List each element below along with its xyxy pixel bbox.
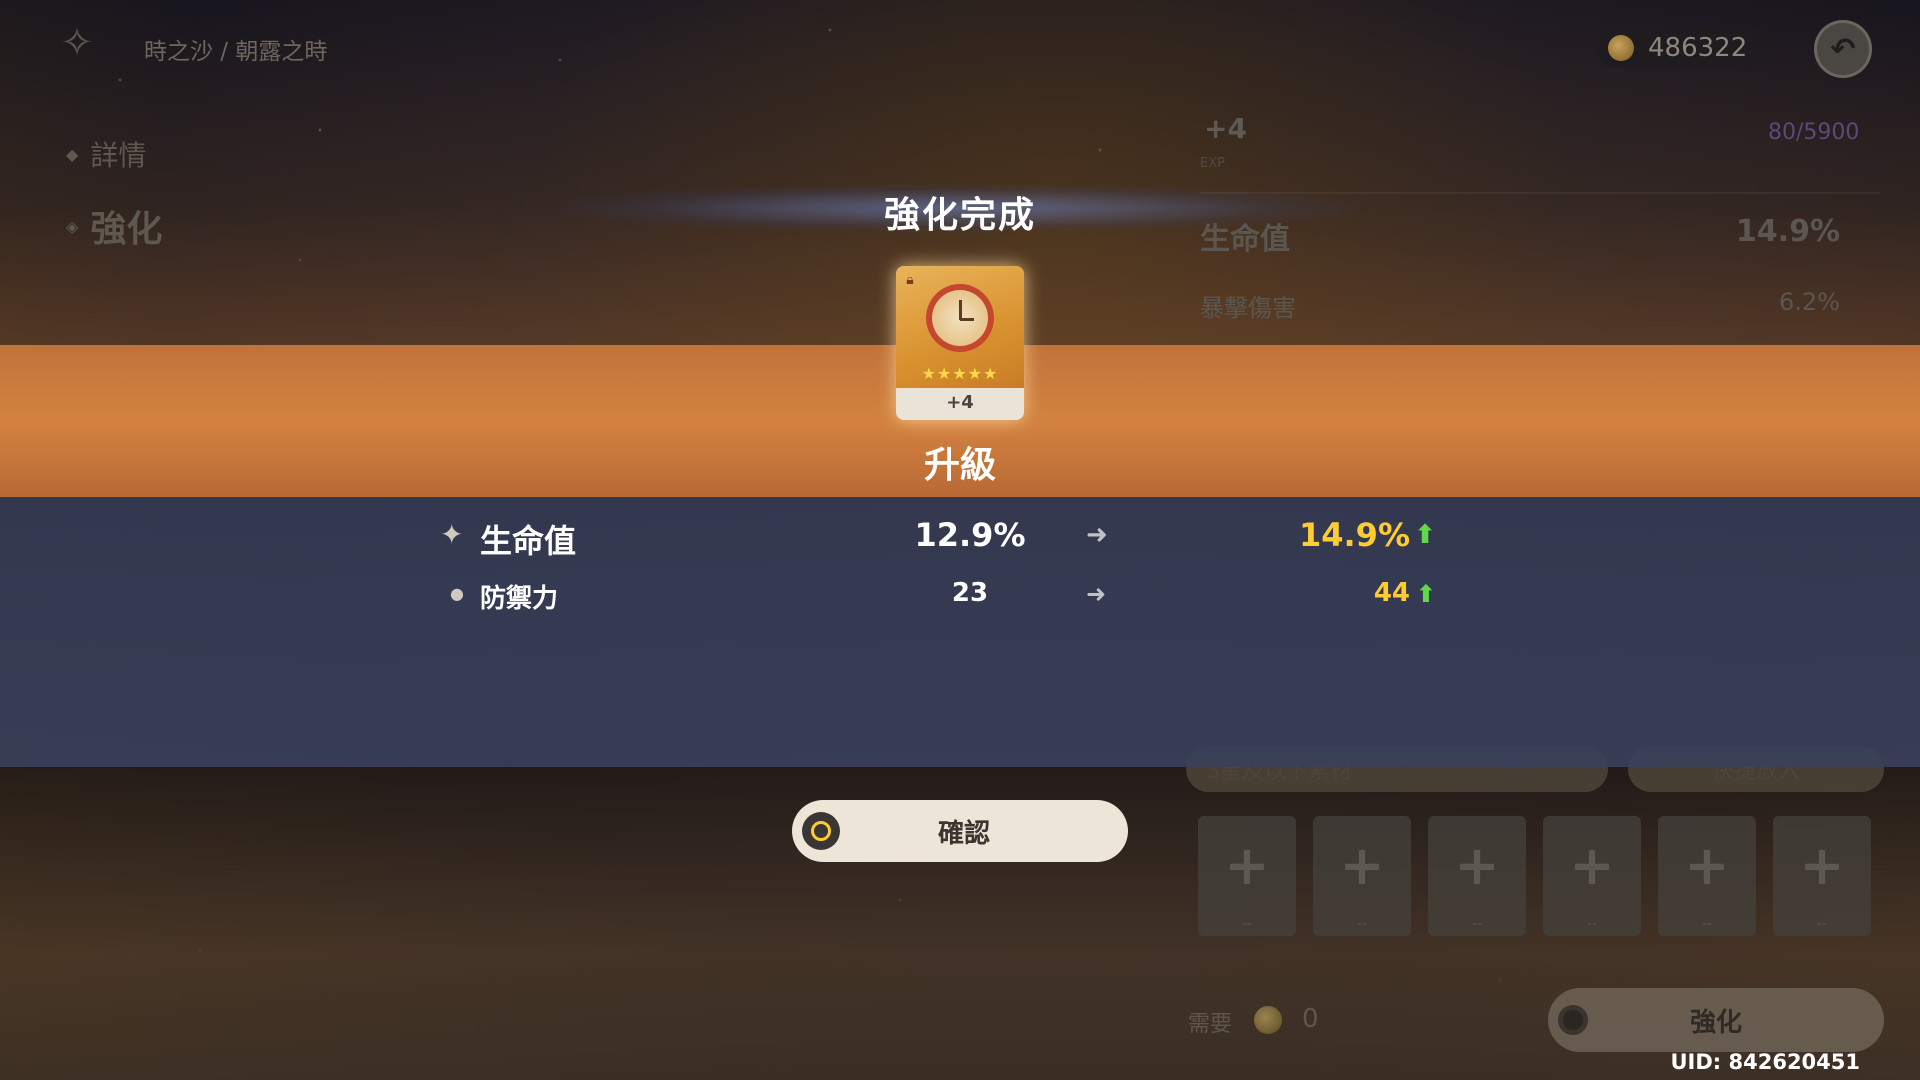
modal-title: 強化完成 <box>883 195 1036 236</box>
plus-icon: + <box>1799 834 1845 897</box>
plus-icon: + <box>1224 834 1270 897</box>
breadcrumb: 時之沙 / 朝露之時 <box>144 39 328 65</box>
ring-icon <box>1558 1005 1588 1035</box>
ring-icon <box>802 812 840 850</box>
enhance-button-label: 強化 <box>1689 1007 1742 1038</box>
uid-label: UID: 842620451 <box>1670 1050 1860 1074</box>
artifact-menu-icon[interactable]: ✧ <box>56 20 98 66</box>
sparkle-icon: ✦ <box>440 518 464 551</box>
material-slot[interactable]: + -- <box>1773 816 1871 936</box>
slot-label: -- <box>1586 916 1598 932</box>
stat-new-value: 14.9% <box>1298 516 1410 554</box>
back-arrow-icon: ↶ <box>1830 31 1856 67</box>
enhance-button[interactable]: 強化 <box>1548 988 1884 1052</box>
confirm-button[interactable]: 確認 <box>792 800 1128 862</box>
plus-icon: + <box>1454 834 1500 897</box>
tab-details[interactable]: ◆ 詳情 <box>66 134 146 174</box>
material-slot[interactable]: + -- <box>1428 816 1526 936</box>
stat-name: 生命值 <box>480 522 577 560</box>
material-slot[interactable]: + -- <box>1658 816 1756 936</box>
artifact-level: +4 <box>1204 112 1247 145</box>
confirm-button-label: 確認 <box>937 818 990 849</box>
tab-details-label: 詳情 <box>90 139 147 172</box>
lock-icon: 🔒︎ <box>906 272 914 288</box>
slot-label: -- <box>1701 916 1713 932</box>
artifact-card: 🔒︎ ★★★★★ +4 <box>896 266 1024 420</box>
mora-coin-icon <box>1608 35 1634 61</box>
exp-label: EXP <box>1200 156 1225 171</box>
cost-label: 需要 <box>1188 1012 1233 1037</box>
material-slot[interactable]: + -- <box>1313 816 1411 936</box>
arrow-right-icon: ➜ <box>1086 580 1107 608</box>
slot-label: -- <box>1471 916 1483 932</box>
rarity-stars: ★★★★★ <box>921 364 999 383</box>
stat-old-value: 12.9% <box>914 516 1026 554</box>
arrow-right-icon: ➜ <box>1086 520 1108 550</box>
mora-coin-icon <box>1254 1006 1282 1034</box>
material-slot[interactable]: + -- <box>1198 816 1296 936</box>
slot-label: -- <box>1356 916 1368 932</box>
exp-value: 80/5900 <box>1768 120 1860 145</box>
sub-stat-change-row: ● 防禦力 23 ➜ 44 ⬆ <box>440 578 1500 626</box>
stat-old-value: 23 <box>951 578 989 608</box>
artifact-card-level: +4 <box>946 392 974 413</box>
slot-label: -- <box>1816 916 1828 932</box>
slot-label: -- <box>1241 916 1253 932</box>
arrow-up-icon: ⬆ <box>1415 580 1436 608</box>
plus-icon: + <box>1684 834 1730 897</box>
diamond-icon: ◆ <box>66 144 79 164</box>
back-button[interactable]: ↶ <box>1814 20 1872 78</box>
plus-icon: + <box>1339 834 1385 897</box>
plus-icon: + <box>1569 834 1615 897</box>
main-stat-change-row: ✦ 生命值 12.9% ➜ 14.9% ⬆ <box>440 516 1500 564</box>
material-slot[interactable]: + -- <box>1543 816 1641 936</box>
sub-stat-value: 6.2% <box>1779 288 1840 316</box>
arrow-up-icon: ⬆ <box>1414 520 1436 550</box>
stat-new-value: 44 <box>1373 578 1410 608</box>
upgrade-label: 升級 <box>923 445 996 486</box>
sub-stat-name: 暴擊傷害 <box>1200 294 1296 322</box>
stat-name: 防禦力 <box>480 584 559 614</box>
cost-value: 0 <box>1302 1004 1319 1034</box>
dot-icon: ● <box>450 584 464 603</box>
mora-counter: 486322 <box>1596 28 1770 68</box>
artifact-image: 🔒︎ ★★★★★ <box>896 266 1024 388</box>
sands-clock-icon <box>926 284 994 352</box>
mora-value: 486322 <box>1648 33 1748 63</box>
sub-stat-row: 暴擊傷害 6.2% <box>1200 288 1840 323</box>
